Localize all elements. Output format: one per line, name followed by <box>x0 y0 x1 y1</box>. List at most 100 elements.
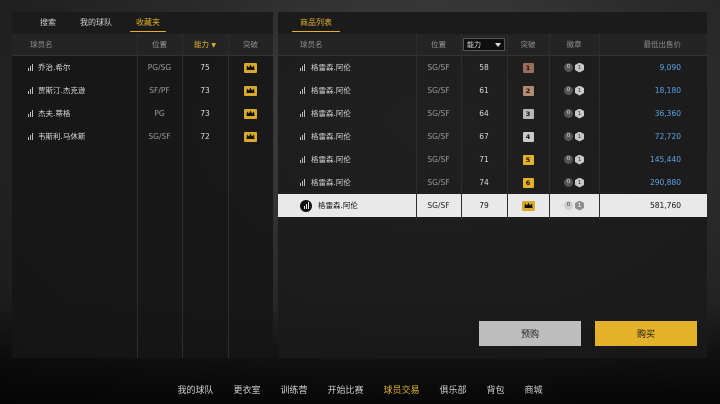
player-name: 格雷森.阿伦 <box>311 86 351 95</box>
player-name-cell: 格雷森.阿伦 <box>278 108 416 119</box>
header-price[interactable]: 最低出售价 <box>599 39 707 50</box>
market-row[interactable]: 格雷森.阿伦 SG/SF 61 2 0 1 18,180 <box>278 79 707 102</box>
player-position: SG/SF <box>427 109 450 118</box>
player-overall: 73 <box>200 109 210 118</box>
crown-icon <box>521 200 535 211</box>
header-position[interactable]: 位置 <box>416 39 461 50</box>
header-badge[interactable]: 徽章 <box>549 39 599 50</box>
badge-count: 0 <box>564 62 573 72</box>
breakthrough-cell: 4 <box>507 131 549 142</box>
badge-cell: 01 <box>549 108 599 119</box>
badge-tier: 1 <box>575 177 584 188</box>
signal-bars-icon <box>300 156 305 163</box>
tab-my-team[interactable]: 我的球队 <box>68 12 124 34</box>
caret-down-icon <box>495 42 501 47</box>
market-row[interactable]: 格雷森.阿伦 SG/SF 74 6 0 1 290,880 <box>278 171 707 194</box>
header-breakthrough[interactable]: 突破 <box>507 39 549 50</box>
lowest-price: 290,880 <box>649 178 681 187</box>
market-list: 格雷森.阿伦 SG/SF 58 1 0 1 9,090 格雷森.阿伦 SG/SF 61 2 0 1 18,… <box>278 56 707 217</box>
lowest-price: 36,360 <box>654 109 681 118</box>
breakthrough-cell: 5 <box>507 154 549 165</box>
left-tabs: 搜索 我的球队 收藏夹 <box>12 12 273 34</box>
player-position: SG/SF <box>427 178 450 187</box>
market-panel: 商品列表 球员名 位置 能力 突破 徽章 最低出售价 格雷森.阿伦 SG/SF 58… <box>278 12 707 358</box>
nav-training-camp[interactable]: 训练营 <box>270 380 317 404</box>
badge-count: 0 <box>564 200 573 210</box>
column-divider <box>599 34 600 220</box>
signal-bars-icon <box>300 110 305 117</box>
nav-store[interactable]: 商城 <box>515 380 553 404</box>
crown-icon <box>244 108 257 119</box>
badge-count: 0 <box>564 85 573 95</box>
market-row[interactable]: 格雷森.阿伦 SG/SF 67 4 0 1 72,720 <box>278 125 707 148</box>
badge-cell: 01 <box>549 200 599 211</box>
player-name-cell: 格雷森.阿伦 <box>278 85 416 96</box>
badge-tier: 1 <box>575 200 584 211</box>
lowest-price: 18,180 <box>654 86 681 95</box>
nav-locker-room[interactable]: 更衣室 <box>223 380 270 404</box>
breakthrough-cell: 1 <box>507 62 549 73</box>
badge-count: 0 <box>564 154 573 164</box>
badge-tier: 1 <box>575 154 584 165</box>
lowest-price: 145,440 <box>649 155 681 164</box>
favorite-row[interactable]: 韦斯利.马休斯 SG/SF 72 <box>12 125 273 148</box>
breakthrough-cell <box>507 200 549 211</box>
market-row[interactable]: 格雷森.阿伦 SG/SF 79 0 1 581,760 <box>278 194 707 217</box>
header-name[interactable]: 球员名 <box>12 39 137 50</box>
signal-bars-icon <box>300 179 305 186</box>
header-breakthrough[interactable]: 突破 <box>228 39 273 50</box>
nav-backpack[interactable]: 背包 <box>477 380 515 404</box>
breakthrough-badge: 5 <box>522 154 534 165</box>
badge-count: 0 <box>564 131 573 141</box>
breakthrough-badge: 2 <box>522 85 534 96</box>
player-overall: 74 <box>479 178 489 187</box>
market-row[interactable]: 格雷森.阿伦 SG/SF 71 5 0 1 145,440 <box>278 148 707 171</box>
player-name-cell: 乔治.希尔 <box>12 62 137 73</box>
player-name: 乔治.希尔 <box>38 63 71 72</box>
nav-start-game[interactable]: 开始比赛 <box>317 380 373 404</box>
crown-icon <box>244 85 257 96</box>
header-overall[interactable]: 能力 ▼ <box>182 39 228 50</box>
signal-bars-icon-wrap <box>300 199 312 212</box>
caret-down-icon: ▼ <box>211 42 216 49</box>
preorder-button[interactable]: 预购 <box>479 321 581 346</box>
breakthrough-badge: 1 <box>522 62 534 73</box>
player-name: 韦斯利.马休斯 <box>38 132 86 141</box>
badge-cell: 01 <box>549 154 599 165</box>
favorite-row[interactable]: 杰夫.蒂格 PG 73 <box>12 102 273 125</box>
tab-favorites[interactable]: 收藏夹 <box>124 12 172 34</box>
lowest-price: 72,720 <box>654 132 681 141</box>
favorite-row[interactable]: 乔治.希尔 PG/SG 75 <box>12 56 273 79</box>
buy-button[interactable]: 购买 <box>595 321 697 346</box>
signal-bars-icon <box>303 202 309 209</box>
overall-select[interactable]: 能力 <box>463 38 505 51</box>
player-position: PG <box>154 109 165 118</box>
column-divider <box>416 34 417 220</box>
player-name: 格雷森.阿伦 <box>311 178 351 187</box>
nav-club[interactable]: 俱乐部 <box>430 380 477 404</box>
badge-count: 0 <box>564 177 573 187</box>
signal-bars-icon <box>300 133 305 140</box>
badge-cell: 01 <box>549 177 599 188</box>
nav-my-team[interactable]: 我的球队 <box>167 380 223 404</box>
favorites-header-row: 球员名 位置 能力 ▼ 突破 <box>12 34 273 56</box>
player-overall: 71 <box>479 155 489 164</box>
market-title-bar: 商品列表 <box>278 12 707 34</box>
nav-player-trade[interactable]: 球员交易 <box>374 380 430 404</box>
overall-sort-dropdown[interactable]: 能力 <box>461 38 507 51</box>
market-row[interactable]: 格雷森.阿伦 SG/SF 64 3 0 1 36,360 <box>278 102 707 125</box>
column-divider <box>182 34 183 358</box>
header-name[interactable]: 球员名 <box>278 39 416 50</box>
signal-bars-icon <box>28 110 33 117</box>
player-overall: 72 <box>200 132 210 141</box>
market-row[interactable]: 格雷森.阿伦 SG/SF 58 1 0 1 9,090 <box>278 56 707 79</box>
breakthrough-cell: 3 <box>507 108 549 119</box>
player-position: SG/SF <box>148 132 171 141</box>
header-overall-label: 能力 <box>193 40 209 49</box>
signal-bars-icon <box>28 64 33 71</box>
favorite-row[interactable]: 贾斯汀.杰克逊 SF/PF 73 <box>12 79 273 102</box>
tab-search[interactable]: 搜索 <box>28 12 68 34</box>
player-name-cell: 杰夫.蒂格 <box>12 108 137 119</box>
header-position[interactable]: 位置 <box>137 39 182 50</box>
player-name-cell: 格雷森.阿伦 <box>278 62 416 73</box>
